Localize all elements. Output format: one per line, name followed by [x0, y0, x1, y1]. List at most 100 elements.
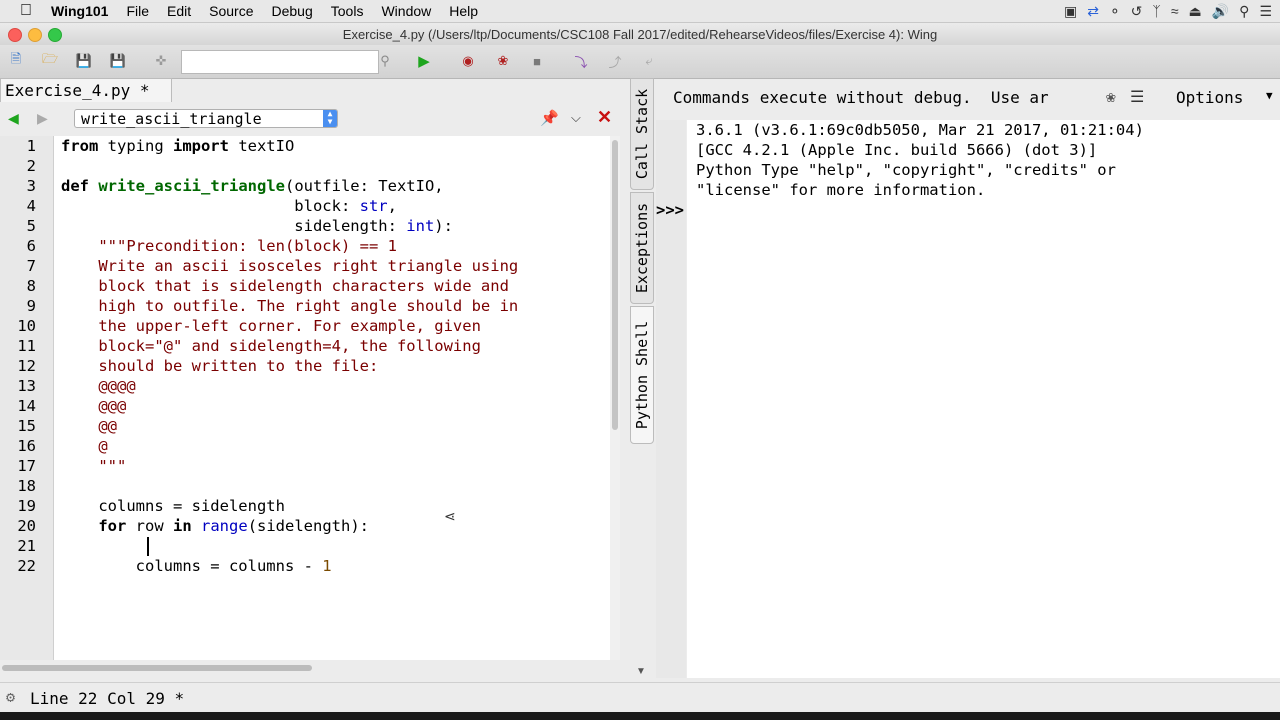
options-menu[interactable]: Options — [1176, 88, 1243, 107]
minimize-window-button[interactable] — [28, 28, 42, 42]
editor-navigation-bar: ◀ ▶ write_ascii_triangle ▲ ▼ 📌 ⌵ ✕ — [0, 104, 620, 134]
code-line: sidelength: int): — [61, 217, 453, 235]
line-number: 10 — [17, 317, 36, 335]
screen-record-icon[interactable]: ▣ — [1064, 3, 1077, 20]
notification-list-icon[interactable]: ☰ — [1259, 3, 1272, 20]
shell-output-line: [GCC 4.2.1 (Apple Inc. build 5666) (dot … — [696, 141, 1098, 159]
stop-icon[interactable]: ■ — [527, 51, 547, 71]
save-all-icon[interactable]: 💾 — [108, 51, 128, 71]
shell-output-line: Python Type "help", "copyright", "credit… — [696, 161, 1116, 179]
menu-debug[interactable]: Debug — [263, 0, 322, 22]
code-line: @@@@ — [61, 377, 136, 395]
chevron-down-icon[interactable]: ⌵ — [571, 110, 581, 126]
shell-prompt: >>> — [656, 201, 684, 219]
code-line: block="@" and sidelength=4, the followin… — [61, 337, 481, 355]
line-number: 20 — [17, 517, 36, 535]
line-number: 14 — [17, 397, 36, 415]
menu-app-wing101[interactable]: Wing101 — [42, 0, 117, 22]
menu-source[interactable]: Source — [200, 0, 262, 22]
step-into-icon[interactable]: ⤵ — [571, 51, 591, 71]
code-line: high to outfile. The right angle should … — [61, 297, 519, 315]
tab-call-stack[interactable]: Call Stack — [630, 78, 654, 190]
editor-horizontal-scrollbar[interactable] — [0, 661, 620, 675]
pin-icon[interactable]: 📌 — [540, 109, 559, 127]
code-line: for row in range(sidelength): — [98, 517, 370, 535]
horizontal-scroll-thumb[interactable] — [2, 665, 312, 671]
menu-window[interactable]: Window — [372, 0, 440, 22]
time-machine-icon[interactable]: ↺ — [1131, 3, 1143, 20]
breakpoint-icon[interactable]: ◉ — [458, 51, 478, 71]
line-number: 5 — [26, 217, 36, 235]
volume-icon[interactable]: 🔊 — [1212, 3, 1229, 20]
shell-list-icon[interactable]: ☰ — [1130, 87, 1144, 106]
python-shell-output[interactable]: 3.6.1 (v3.6.1:69c0db5050, Mar 21 2017, 0… — [687, 120, 1280, 678]
status-bar: ⚙ Line 22 Col 29 * — [0, 682, 1280, 713]
forward-arrow-icon[interactable]: ▶ — [37, 110, 48, 127]
menu-file[interactable]: File — [117, 0, 158, 22]
function-selector[interactable]: write_ascii_triangle ▲ ▼ — [74, 109, 338, 128]
code-line: @ — [61, 437, 108, 455]
close-window-button[interactable] — [8, 28, 22, 42]
code-line: columns = columns - 1 — [61, 557, 332, 575]
tab-exercise-4-py[interactable]: Exercise_4.py * — [0, 78, 172, 102]
shell-prompt-column: >>> — [656, 120, 686, 678]
line-number: 21 — [17, 537, 36, 555]
new-file-icon[interactable]: 🗎 — [6, 51, 26, 71]
tab-python-shell[interactable]: Python Shell — [630, 306, 654, 444]
shell-output-line: 3.6.1 (v3.6.1:69c0db5050, Mar 21 2017, 0… — [696, 121, 1144, 139]
close-editor-icon[interactable]: ✕ — [597, 107, 612, 128]
line-number: 12 — [17, 357, 36, 375]
gear-status-icon[interactable]: ⚙ — [6, 688, 15, 706]
wifi-icon[interactable]: ≈ — [1171, 3, 1179, 19]
line-number: 11 — [17, 337, 36, 355]
step-over-icon[interactable]: ⤴ — [605, 51, 625, 71]
glasses-icon[interactable]: ⚬ — [1109, 3, 1121, 20]
options-chevron-down-icon[interactable]: ▼ — [1266, 89, 1273, 102]
line-number: 17 — [17, 457, 36, 475]
menu-help[interactable]: Help — [440, 0, 487, 22]
search-input[interactable] — [181, 50, 379, 74]
apple-menu-icon[interactable]:  — [0, 0, 42, 22]
save-icon[interactable]: 💾 — [74, 51, 94, 71]
tab-exceptions[interactable]: Exceptions — [630, 192, 654, 304]
debug-bug-small-icon[interactable]: ❀ — [1106, 87, 1116, 106]
spotlight-icon[interactable]: ⚲ — [1239, 3, 1249, 20]
line-number: 15 — [17, 417, 36, 435]
line-number: 7 — [26, 257, 36, 275]
open-folder-icon[interactable]: 🗁 — [40, 51, 60, 71]
step-out-icon[interactable]: ⤶ — [639, 51, 659, 71]
code-line: @@ — [61, 417, 117, 435]
code-line: should be written to the file: — [61, 357, 379, 375]
line-number: 13 — [17, 377, 36, 395]
code-line: block that is sidelength characters wide… — [61, 277, 509, 295]
code-line: block: str, — [61, 197, 397, 215]
menu-tools[interactable]: Tools — [322, 0, 373, 22]
menu-bar:  Wing101 File Edit Source Debug Tools W… — [0, 0, 1280, 23]
scroll-down-arrow-icon[interactable]: ▼ — [636, 666, 646, 677]
line-number: 1 — [26, 137, 36, 155]
eject-icon[interactable]: ⏏ — [1189, 3, 1202, 20]
editor-scroll-thumb[interactable] — [612, 140, 618, 430]
shell-info-text: Commands execute without debug. Use ar — [673, 88, 1049, 107]
debug-bug-icon[interactable]: ❀ — [493, 51, 513, 71]
zoom-window-button[interactable] — [48, 28, 62, 42]
bluetooth-icon[interactable]: ᛉ — [1152, 3, 1160, 19]
sync-icon[interactable]: ⇄ — [1087, 3, 1099, 20]
menu-edit[interactable]: Edit — [158, 0, 200, 22]
editor-vertical-scrollbar[interactable] — [610, 136, 620, 660]
window-title: Exercise_4.py (/Users/ltp/Documents/CSC1… — [342, 26, 938, 42]
indent-tool-icon[interactable]: ✜ — [151, 51, 171, 71]
line-number: 8 — [26, 277, 36, 295]
code-line: Write an ascii isosceles right triangle … — [61, 257, 519, 275]
run-icon[interactable]: ▶ — [414, 51, 434, 71]
shell-output-line: "license" for more information. — [696, 181, 986, 199]
code-line: """Precondition: len(block) == 1 — [61, 237, 397, 255]
function-selector-value: write_ascii_triangle — [81, 110, 262, 128]
code-line: """ — [61, 457, 127, 475]
code-line: @@@ — [61, 397, 127, 415]
ibeam-cursor-icon: ⋖ — [444, 508, 456, 524]
back-arrow-icon[interactable]: ◀ — [8, 110, 19, 127]
line-number: 2 — [26, 157, 36, 175]
code-line: columns = sidelength — [61, 497, 285, 515]
